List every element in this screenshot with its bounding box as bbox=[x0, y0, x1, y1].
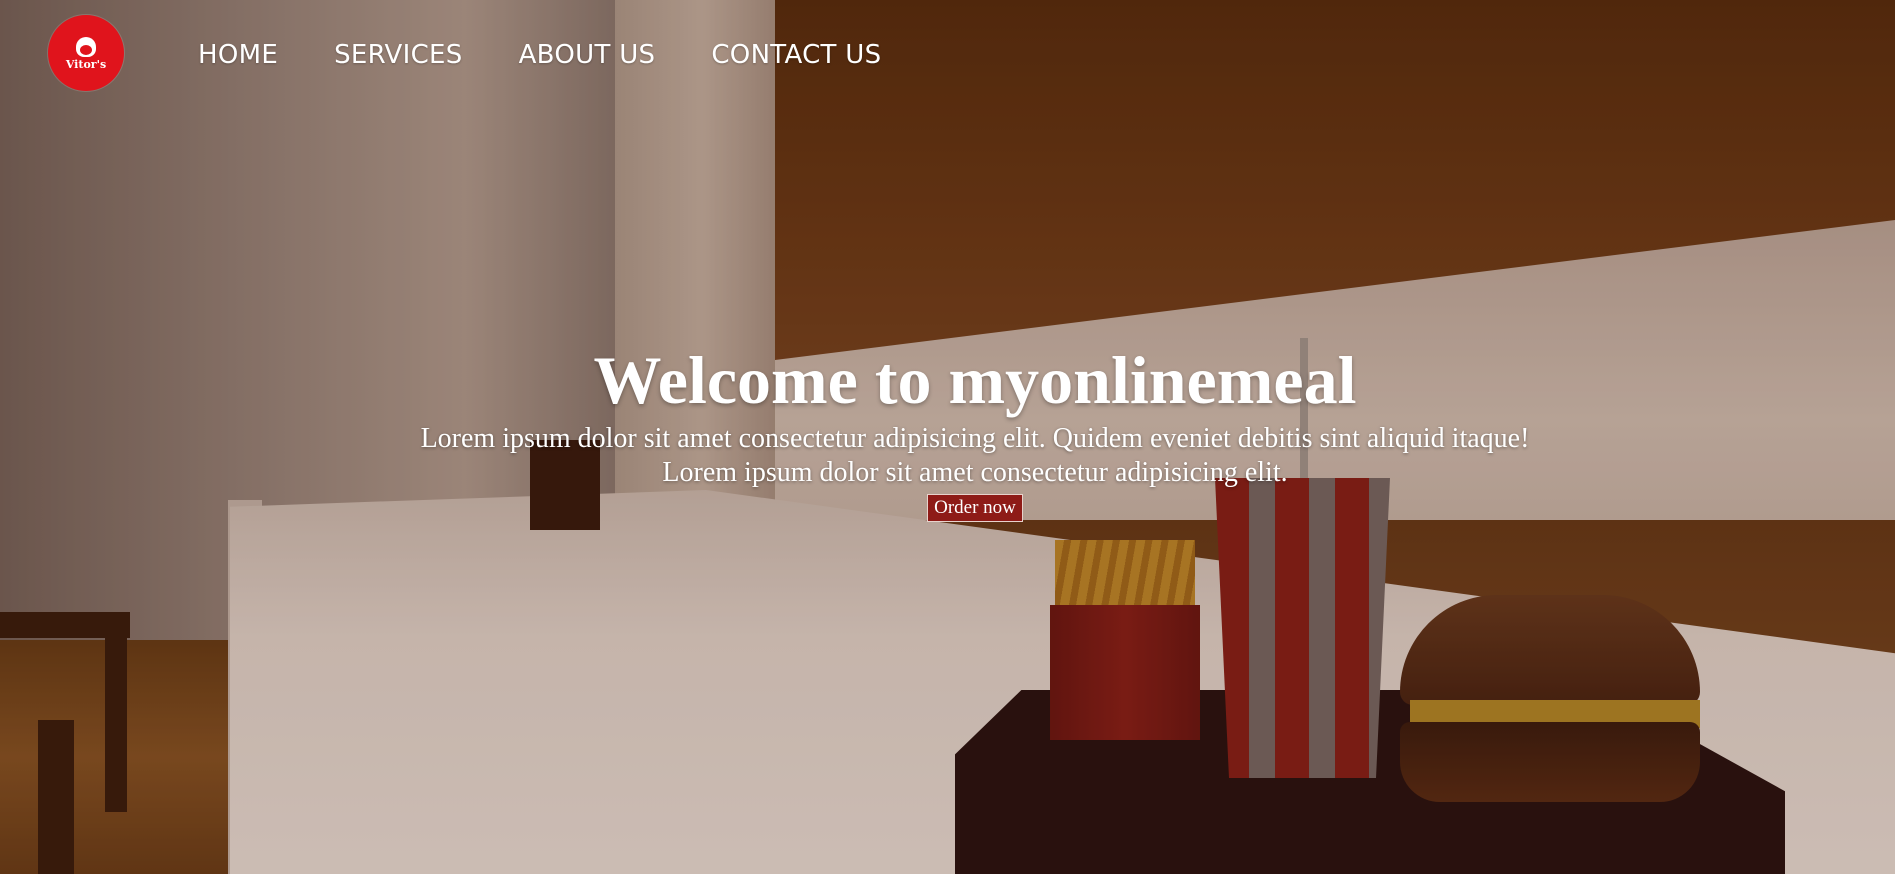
nav-links: HOME SERVICES ABOUT US CONTACT US bbox=[198, 40, 937, 70]
nav-item-services[interactable]: SERVICES bbox=[334, 40, 463, 70]
chef-icon bbox=[76, 36, 96, 57]
logo-text: Vitor's bbox=[65, 57, 107, 71]
navbar: Vitor's HOME SERVICES ABOUT US CONTACT U… bbox=[0, 0, 1895, 110]
hero-title: Welcome to myonlinemeal bbox=[593, 342, 1357, 418]
nav-item-contact-us[interactable]: CONTACT US bbox=[711, 40, 881, 70]
hero-section: Welcome to myonlinemeal Lorem ipsum dolo… bbox=[0, 340, 1895, 522]
order-now-button[interactable]: Order now bbox=[927, 494, 1023, 522]
hero-text-line-1: Lorem ipsum dolor sit amet consectetur a… bbox=[420, 423, 1530, 454]
nav-item-home[interactable]: HOME bbox=[198, 40, 278, 70]
brand-logo[interactable]: Vitor's bbox=[48, 15, 124, 91]
nav-item-about-us[interactable]: ABOUT US bbox=[519, 40, 656, 70]
hero-text-line-2: Lorem ipsum dolor sit amet consectetur a… bbox=[662, 457, 1288, 488]
